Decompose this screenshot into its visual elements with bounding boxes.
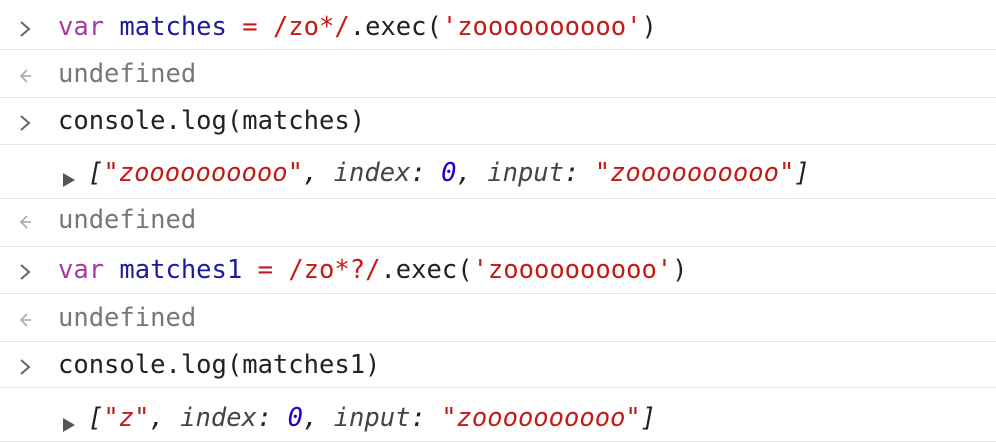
console-input-row: var matches = /zo*/.exec('zoooooooooo') [0, 0, 996, 50]
devtools-console: var matches = /zo*/.exec('zoooooooooo') u… [0, 0, 996, 442]
code-token: ) [641, 12, 657, 42]
code-token: index [180, 403, 257, 433]
console-log-row: ["z", index: 0, input: "zoooooooooo"] [0, 388, 996, 442]
code-token: matches [119, 12, 227, 42]
code-token: , [149, 403, 181, 433]
code-token: var [58, 255, 105, 285]
console-input-row: var matches1 = /zo*?/.exec('zoooooooooo'… [0, 247, 996, 294]
code-token: .exec( [349, 12, 442, 42]
code-token: : [410, 158, 442, 188]
code-token: index [333, 158, 411, 188]
code-token: 0 [441, 158, 457, 188]
disclosure-triangle-icon[interactable] [62, 166, 76, 187]
code-token: : [410, 403, 442, 433]
chevron-right-icon [18, 113, 32, 133]
console-input-row: console.log(matches) [0, 98, 996, 145]
chevron-right-icon [18, 357, 32, 377]
code-token: /zo*/ [272, 12, 350, 42]
code-token: [ [88, 158, 104, 188]
code-token: console.log(matches1) [58, 350, 381, 380]
return-arrow-icon [18, 66, 32, 86]
code-token: : [256, 403, 288, 433]
code-token: ) [672, 255, 688, 285]
code-token: .exec( [380, 255, 473, 285]
input-code: console.log(matches1) [58, 350, 381, 380]
chevron-right-icon [18, 262, 32, 282]
code-token: ] [794, 158, 810, 188]
code-token: = [226, 12, 273, 42]
code-token: input [333, 403, 411, 433]
code-token: = [242, 255, 289, 285]
code-token: var [58, 12, 105, 42]
code-token: "zoooooooooo" [103, 158, 303, 188]
code-token: matches1 [119, 255, 243, 285]
input-code: var matches = /zo*/.exec('zoooooooooo') [58, 12, 657, 42]
code-token: [ [88, 403, 104, 433]
code-token: console.log(matches) [58, 106, 366, 136]
result-value: undefined [58, 59, 197, 89]
code-token: input [487, 158, 564, 188]
code-token: "z" [103, 403, 150, 433]
code-token: , [456, 158, 488, 188]
code-token: , [302, 403, 334, 433]
console-result-row: undefined [0, 294, 996, 342]
logged-object[interactable]: ["zoooooooooo", index: 0, input: "zooooo… [88, 158, 810, 188]
chevron-right-icon [18, 19, 32, 39]
console-result-row: undefined [0, 199, 996, 247]
code-token: 'zoooooooooo' [472, 255, 673, 285]
code-token: 'zoooooooooo' [441, 12, 642, 42]
disclosure-triangle-icon[interactable] [62, 411, 76, 432]
code-token: /zo*?/ [288, 255, 381, 285]
console-result-row: undefined [0, 50, 996, 98]
code-token: "zoooooooooo" [594, 158, 795, 188]
code-token: "zoooooooooo" [441, 403, 641, 433]
code-token: ] [640, 403, 657, 433]
return-arrow-icon [18, 310, 32, 330]
return-arrow-icon [18, 212, 32, 232]
code-token: 0 [287, 403, 303, 433]
code-token: : [564, 158, 595, 188]
input-code: var matches1 = /zo*?/.exec('zoooooooooo'… [58, 255, 688, 285]
result-value: undefined [58, 205, 197, 235]
input-code: console.log(matches) [58, 106, 366, 136]
code-token: , [302, 158, 334, 188]
result-value: undefined [58, 303, 197, 333]
logged-object[interactable]: ["z", index: 0, input: "zoooooooooo"] [88, 403, 657, 433]
console-log-row: ["zoooooooooo", index: 0, input: "zooooo… [0, 145, 996, 199]
console-input-row: console.log(matches1) [0, 342, 996, 388]
